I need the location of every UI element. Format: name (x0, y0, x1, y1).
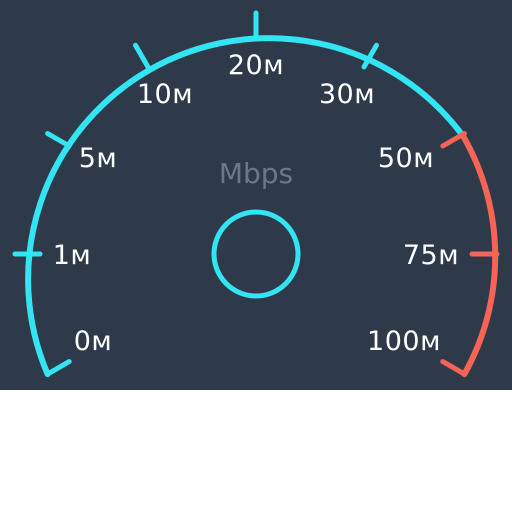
bottom-blank-area (0, 390, 512, 512)
tick-label-1: 1м (53, 240, 92, 271)
tick-label-75: 75м (403, 240, 459, 271)
tick-label-30: 30м (319, 79, 375, 110)
speedometer-gauge: 0м 1м 5м 10м 20м 30м 50м 75м 100м Mbps (0, 0, 512, 390)
unit-label: Mbps (219, 157, 293, 190)
tick-label-50: 50м (378, 143, 434, 174)
tick-label-5: 5м (79, 143, 118, 174)
tick-label-20: 20м (228, 50, 284, 81)
speedometer-panel: 0м 1м 5м 10м 20м 30м 50м 75м 100м Mbps (0, 0, 512, 390)
speedtest-screen: 0м 1м 5м 10м 20м 30м 50м 75м 100м Mbps (0, 0, 512, 512)
tick-label-10: 10м (137, 79, 193, 110)
tick-label-100: 100м (367, 326, 441, 357)
tick-label-0: 0м (74, 326, 113, 357)
